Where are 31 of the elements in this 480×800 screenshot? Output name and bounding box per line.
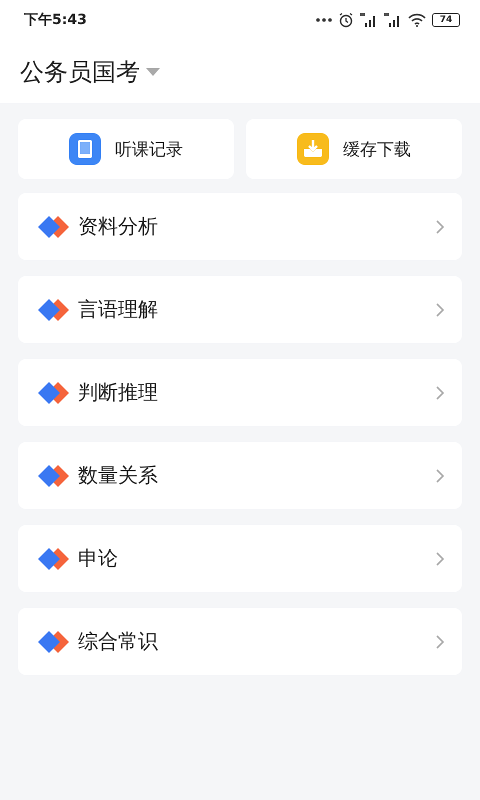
chevron-right-icon bbox=[436, 386, 444, 400]
diamonds-icon bbox=[38, 464, 70, 486]
chevron-right-icon bbox=[436, 468, 444, 482]
download-icon bbox=[297, 133, 329, 165]
notebook-icon bbox=[69, 133, 101, 165]
subject-row[interactable]: 数量关系 bbox=[18, 442, 462, 509]
subject-row[interactable]: 综合常识 bbox=[18, 608, 462, 675]
signal-icon bbox=[384, 13, 402, 27]
signal-icon bbox=[360, 13, 378, 27]
chevron-right-icon bbox=[436, 302, 444, 316]
more-dots-icon bbox=[316, 18, 332, 22]
wifi-icon bbox=[408, 13, 426, 27]
diamonds-icon bbox=[38, 298, 70, 320]
chevron-right-icon bbox=[436, 552, 444, 566]
diamonds-icon bbox=[38, 548, 70, 570]
chevron-right-icon bbox=[436, 220, 444, 234]
subject-row[interactable]: 言语理解 bbox=[18, 276, 462, 343]
dropdown-caret-icon[interactable] bbox=[146, 68, 160, 76]
quick-action-button[interactable]: 听课记录 bbox=[18, 119, 234, 179]
diamonds-icon bbox=[38, 382, 70, 404]
subject-row[interactable]: 判断推理 bbox=[18, 359, 462, 426]
battery-level: 74 bbox=[432, 13, 460, 27]
exam-title[interactable]: 公务员国考 bbox=[20, 56, 140, 88]
subject-row[interactable]: 资料分析 bbox=[18, 193, 462, 260]
diamonds-icon bbox=[38, 216, 70, 238]
diamonds-icon bbox=[38, 630, 70, 652]
chevron-right-icon bbox=[436, 634, 444, 648]
quick-action-button[interactable]: 缓存下载 bbox=[246, 119, 462, 179]
alarm-clock-icon bbox=[338, 12, 354, 28]
subject-row[interactable]: 申论 bbox=[18, 525, 462, 592]
clock-time: 下午5:43 bbox=[24, 11, 87, 29]
